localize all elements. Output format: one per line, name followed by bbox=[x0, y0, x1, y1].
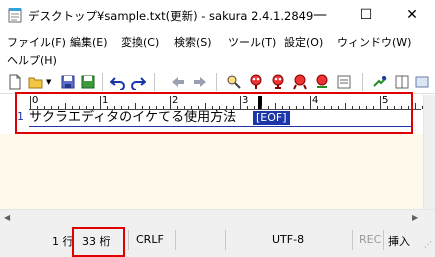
menu-edit[interactable]: 編集(E) bbox=[70, 34, 108, 50]
close-icon: ✕ bbox=[406, 7, 418, 23]
scroll-right-icon[interactable]: ▶ bbox=[412, 213, 418, 222]
save-icon[interactable] bbox=[60, 74, 76, 90]
jump-forward-icon[interactable] bbox=[192, 74, 208, 90]
menu-convert[interactable]: 変換(C) bbox=[121, 34, 159, 50]
search-icon[interactable] bbox=[270, 74, 286, 90]
search-next-icon[interactable] bbox=[248, 74, 264, 90]
jump-back-icon[interactable] bbox=[170, 74, 186, 90]
ruler-tick bbox=[415, 103, 416, 109]
compare-icon[interactable] bbox=[336, 74, 352, 90]
outline-icon[interactable] bbox=[372, 74, 388, 90]
menu-bar: ファイル(F) 編集(E) 変換(C) 検索(S) ツール(T) 設定(O) ウ… bbox=[0, 32, 435, 50]
toolbar: ▼ bbox=[0, 70, 435, 94]
notepad-icon bbox=[8, 8, 22, 23]
highlight-box-column bbox=[72, 227, 125, 257]
title-bar: デスクトップ¥sample.txt(更新) - sakura 2.4.1.284… bbox=[0, 0, 435, 30]
status-encoding[interactable]: UTF-8 bbox=[272, 233, 304, 246]
menu-settings[interactable]: 設定(O) bbox=[284, 34, 323, 50]
menu-search[interactable]: 検索(S) bbox=[174, 34, 212, 50]
view-icon[interactable] bbox=[414, 74, 430, 90]
status-newline[interactable]: CRLF bbox=[136, 233, 164, 246]
status-line: 1 行 bbox=[52, 235, 74, 248]
status-insert-mode[interactable]: 挿入 bbox=[388, 233, 410, 249]
save-all-icon[interactable] bbox=[80, 74, 96, 90]
redo-icon[interactable] bbox=[130, 74, 146, 90]
minimize-button[interactable]: — bbox=[297, 0, 343, 30]
new-file-icon[interactable] bbox=[7, 74, 23, 90]
undo-icon[interactable] bbox=[110, 74, 126, 90]
status-separator bbox=[225, 230, 226, 250]
menu-tools[interactable]: ツール(T) bbox=[228, 34, 276, 50]
split-window-icon[interactable] bbox=[394, 74, 410, 90]
resize-grip-icon[interactable]: ⋰ bbox=[424, 240, 432, 249]
search-prev-icon[interactable] bbox=[226, 74, 242, 90]
status-separator bbox=[383, 230, 384, 250]
vertical-scrollbar[interactable] bbox=[423, 95, 435, 209]
close-button[interactable]: ✕ bbox=[389, 0, 435, 30]
replace-icon[interactable] bbox=[314, 74, 330, 90]
menu-file[interactable]: ファイル(F) bbox=[7, 34, 66, 50]
menu-window[interactable]: ウィンドウ(W) bbox=[337, 34, 411, 50]
toolbar-separator bbox=[216, 73, 217, 91]
maximize-icon: ☐ bbox=[359, 7, 373, 23]
minimize-icon: — bbox=[313, 7, 327, 23]
toolbar-separator bbox=[362, 73, 363, 91]
open-folder-icon[interactable] bbox=[28, 74, 44, 90]
maximize-button[interactable]: ☐ bbox=[343, 0, 389, 30]
status-separator bbox=[175, 230, 176, 250]
editor-empty-area[interactable] bbox=[0, 134, 423, 209]
scroll-left-icon[interactable]: ◀ bbox=[4, 213, 10, 222]
status-bar: 1 行 33 桁 CRLF UTF-8 REC 挿入 ⋰ bbox=[0, 226, 435, 257]
toolbar-separator bbox=[102, 73, 103, 91]
status-separator bbox=[128, 230, 129, 250]
status-separator bbox=[352, 230, 353, 250]
toolbar-separator bbox=[154, 73, 155, 91]
menu-bar-row-2: ヘルプ(H) bbox=[0, 50, 435, 68]
highlight-box-editor bbox=[15, 92, 413, 134]
horizontal-scrollbar[interactable]: ◀ ▶ bbox=[0, 209, 435, 226]
grep-icon[interactable] bbox=[292, 74, 308, 90]
status-rec: REC bbox=[359, 233, 382, 246]
window-title: デスクトップ¥sample.txt(更新) - sakura 2.4.1.284… bbox=[28, 9, 314, 23]
menu-help[interactable]: ヘルプ(H) bbox=[7, 52, 57, 68]
